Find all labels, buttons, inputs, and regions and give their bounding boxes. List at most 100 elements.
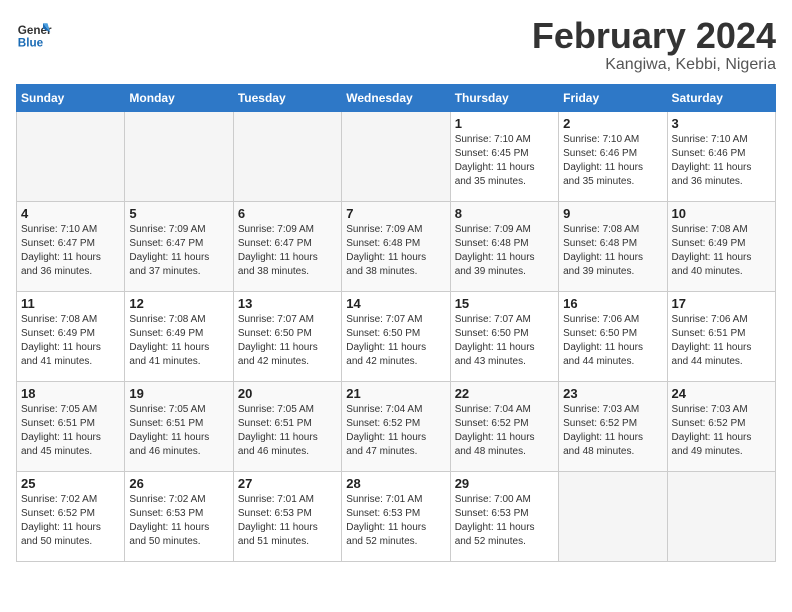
calendar-cell — [17, 111, 125, 201]
day-number: 26 — [129, 476, 228, 491]
day-number: 15 — [455, 296, 554, 311]
day-number: 24 — [672, 386, 771, 401]
calendar-cell: 23Sunrise: 7:03 AM Sunset: 6:52 PM Dayli… — [559, 381, 667, 471]
day-number: 3 — [672, 116, 771, 131]
day-number: 5 — [129, 206, 228, 221]
day-header-sunday: Sunday — [17, 84, 125, 111]
calendar-cell: 15 Sunrise: 7:07 AM Sunset: 6:50 PM Dayli… — [450, 291, 558, 381]
calendar-week-row: 18 Sunrise: 7:05 AM Sunset: 6:51 PM Dayli… — [17, 381, 776, 471]
day-number: 17 — [672, 296, 771, 311]
day-number: 25 — [21, 476, 120, 491]
day-number: 11 — [21, 296, 120, 311]
day-header-wednesday: Wednesday — [342, 84, 450, 111]
day-info: Sunrise: 7:09 AM Sunset: 6:47 PM Dayligh… — [129, 223, 228, 279]
calendar-cell: 8 Sunrise: 7:09 AM Sunset: 6:48 PM Daylig… — [450, 201, 558, 291]
day-info: Sunrise: 7:03 AM Sunset: 6:52 PM Dayligh… — [672, 403, 771, 459]
day-info: Sunrise: 7:05 AM Sunset: 6:51 PM Dayligh… — [21, 403, 120, 459]
day-info: Sunrise: 7:08 AM Sunset: 6:49 PM Dayligh… — [672, 223, 771, 279]
calendar-week-row: 25 Sunrise: 7:02 AM Sunset: 6:52 PM Dayli… — [17, 471, 776, 561]
day-header-friday: Friday — [559, 84, 667, 111]
logo: General Blue — [16, 16, 52, 52]
day-number: 14 — [346, 296, 445, 311]
day-number: 28 — [346, 476, 445, 491]
calendar-cell: 5 Sunrise: 7:09 AM Sunset: 6:47 PM Daylig… — [125, 201, 233, 291]
day-number: 2 — [563, 116, 662, 131]
day-header-monday: Monday — [125, 84, 233, 111]
page-subtitle: Kangiwa, Kebbi, Nigeria — [532, 56, 776, 74]
day-number: 13 — [238, 296, 337, 311]
calendar-cell: 29 Sunrise: 7:00 AM Sunset: 6:53 PM Dayli… — [450, 471, 558, 561]
day-info: Sunrise: 7:08 AM Sunset: 6:48 PM Dayligh… — [563, 223, 662, 279]
calendar-cell — [125, 111, 233, 201]
day-info: Sunrise: 7:06 AM Sunset: 6:50 PM Dayligh… — [563, 313, 662, 369]
calendar-cell: 18 Sunrise: 7:05 AM Sunset: 6:51 PM Dayli… — [17, 381, 125, 471]
day-number: 6 — [238, 206, 337, 221]
calendar-cell — [667, 471, 775, 561]
calendar-week-row: 4Sunrise: 7:10 AM Sunset: 6:47 PM Daylig… — [17, 201, 776, 291]
calendar-header-row: SundayMondayTuesdayWednesdayThursdayFrid… — [17, 84, 776, 111]
day-info: Sunrise: 7:09 AM Sunset: 6:47 PM Dayligh… — [238, 223, 337, 279]
calendar-cell: 11 Sunrise: 7:08 AM Sunset: 6:49 PM Dayli… — [17, 291, 125, 381]
day-number: 9 — [563, 206, 662, 221]
day-number: 10 — [672, 206, 771, 221]
calendar-cell: 27Sunrise: 7:01 AM Sunset: 6:53 PM Dayli… — [233, 471, 341, 561]
day-info: Sunrise: 7:07 AM Sunset: 6:50 PM Dayligh… — [455, 313, 554, 369]
day-info: Sunrise: 7:01 AM Sunset: 6:53 PM Dayligh… — [346, 493, 445, 549]
calendar-table: SundayMondayTuesdayWednesdayThursdayFrid… — [16, 84, 776, 562]
page-header: General Blue February 2024 Kangiwa, Kebb… — [16, 16, 776, 74]
calendar-cell: 22 Sunrise: 7:04 AM Sunset: 6:52 PM Dayli… — [450, 381, 558, 471]
calendar-week-row: 1 Sunrise: 7:10 AM Sunset: 6:45 PM Daylig… — [17, 111, 776, 201]
day-number: 18 — [21, 386, 120, 401]
calendar-cell: 25 Sunrise: 7:02 AM Sunset: 6:52 PM Dayli… — [17, 471, 125, 561]
calendar-cell: 13 Sunrise: 7:07 AM Sunset: 6:50 PM Dayli… — [233, 291, 341, 381]
calendar-cell: 6 Sunrise: 7:09 AM Sunset: 6:47 PM Daylig… — [233, 201, 341, 291]
calendar-cell: 1 Sunrise: 7:10 AM Sunset: 6:45 PM Daylig… — [450, 111, 558, 201]
calendar-week-row: 11 Sunrise: 7:08 AM Sunset: 6:49 PM Dayli… — [17, 291, 776, 381]
calendar-cell: 3 Sunrise: 7:10 AM Sunset: 6:46 PM Daylig… — [667, 111, 775, 201]
day-header-saturday: Saturday — [667, 84, 775, 111]
calendar-cell: 14 Sunrise: 7:07 AM Sunset: 6:50 PM Dayli… — [342, 291, 450, 381]
calendar-cell: 16Sunrise: 7:06 AM Sunset: 6:50 PM Dayli… — [559, 291, 667, 381]
day-info: Sunrise: 7:10 AM Sunset: 6:46 PM Dayligh… — [672, 133, 771, 189]
calendar-cell: 24 Sunrise: 7:03 AM Sunset: 6:52 PM Dayli… — [667, 381, 775, 471]
day-number: 4 — [21, 206, 120, 221]
logo-icon: General Blue — [16, 16, 52, 52]
calendar-cell — [559, 471, 667, 561]
calendar-cell — [233, 111, 341, 201]
day-info: Sunrise: 7:10 AM Sunset: 6:45 PM Dayligh… — [455, 133, 554, 189]
day-info: Sunrise: 7:06 AM Sunset: 6:51 PM Dayligh… — [672, 313, 771, 369]
day-info: Sunrise: 7:02 AM Sunset: 6:52 PM Dayligh… — [21, 493, 120, 549]
svg-text:Blue: Blue — [18, 37, 44, 50]
day-number: 29 — [455, 476, 554, 491]
day-number: 22 — [455, 386, 554, 401]
calendar-cell: 10 Sunrise: 7:08 AM Sunset: 6:49 PM Dayli… — [667, 201, 775, 291]
day-number: 12 — [129, 296, 228, 311]
day-info: Sunrise: 7:05 AM Sunset: 6:51 PM Dayligh… — [129, 403, 228, 459]
calendar-cell: 28 Sunrise: 7:01 AM Sunset: 6:53 PM Dayli… — [342, 471, 450, 561]
calendar-cell: 7Sunrise: 7:09 AM Sunset: 6:48 PM Daylig… — [342, 201, 450, 291]
day-info: Sunrise: 7:10 AM Sunset: 6:46 PM Dayligh… — [563, 133, 662, 189]
day-info: Sunrise: 7:04 AM Sunset: 6:52 PM Dayligh… — [455, 403, 554, 459]
day-info: Sunrise: 7:07 AM Sunset: 6:50 PM Dayligh… — [346, 313, 445, 369]
day-number: 23 — [563, 386, 662, 401]
calendar-body: 1 Sunrise: 7:10 AM Sunset: 6:45 PM Daylig… — [17, 111, 776, 561]
day-number: 8 — [455, 206, 554, 221]
day-info: Sunrise: 7:08 AM Sunset: 6:49 PM Dayligh… — [21, 313, 120, 369]
calendar-cell: 4Sunrise: 7:10 AM Sunset: 6:47 PM Daylig… — [17, 201, 125, 291]
day-number: 7 — [346, 206, 445, 221]
day-header-thursday: Thursday — [450, 84, 558, 111]
day-info: Sunrise: 7:07 AM Sunset: 6:50 PM Dayligh… — [238, 313, 337, 369]
day-info: Sunrise: 7:02 AM Sunset: 6:53 PM Dayligh… — [129, 493, 228, 549]
day-number: 20 — [238, 386, 337, 401]
page-title: February 2024 — [532, 16, 776, 56]
calendar-cell: 26 Sunrise: 7:02 AM Sunset: 6:53 PM Dayli… — [125, 471, 233, 561]
day-header-tuesday: Tuesday — [233, 84, 341, 111]
day-info: Sunrise: 7:09 AM Sunset: 6:48 PM Dayligh… — [455, 223, 554, 279]
calendar-cell: 19 Sunrise: 7:05 AM Sunset: 6:51 PM Dayli… — [125, 381, 233, 471]
day-info: Sunrise: 7:00 AM Sunset: 6:53 PM Dayligh… — [455, 493, 554, 549]
day-number: 1 — [455, 116, 554, 131]
day-info: Sunrise: 7:01 AM Sunset: 6:53 PM Dayligh… — [238, 493, 337, 549]
day-number: 19 — [129, 386, 228, 401]
day-number: 21 — [346, 386, 445, 401]
day-info: Sunrise: 7:08 AM Sunset: 6:49 PM Dayligh… — [129, 313, 228, 369]
